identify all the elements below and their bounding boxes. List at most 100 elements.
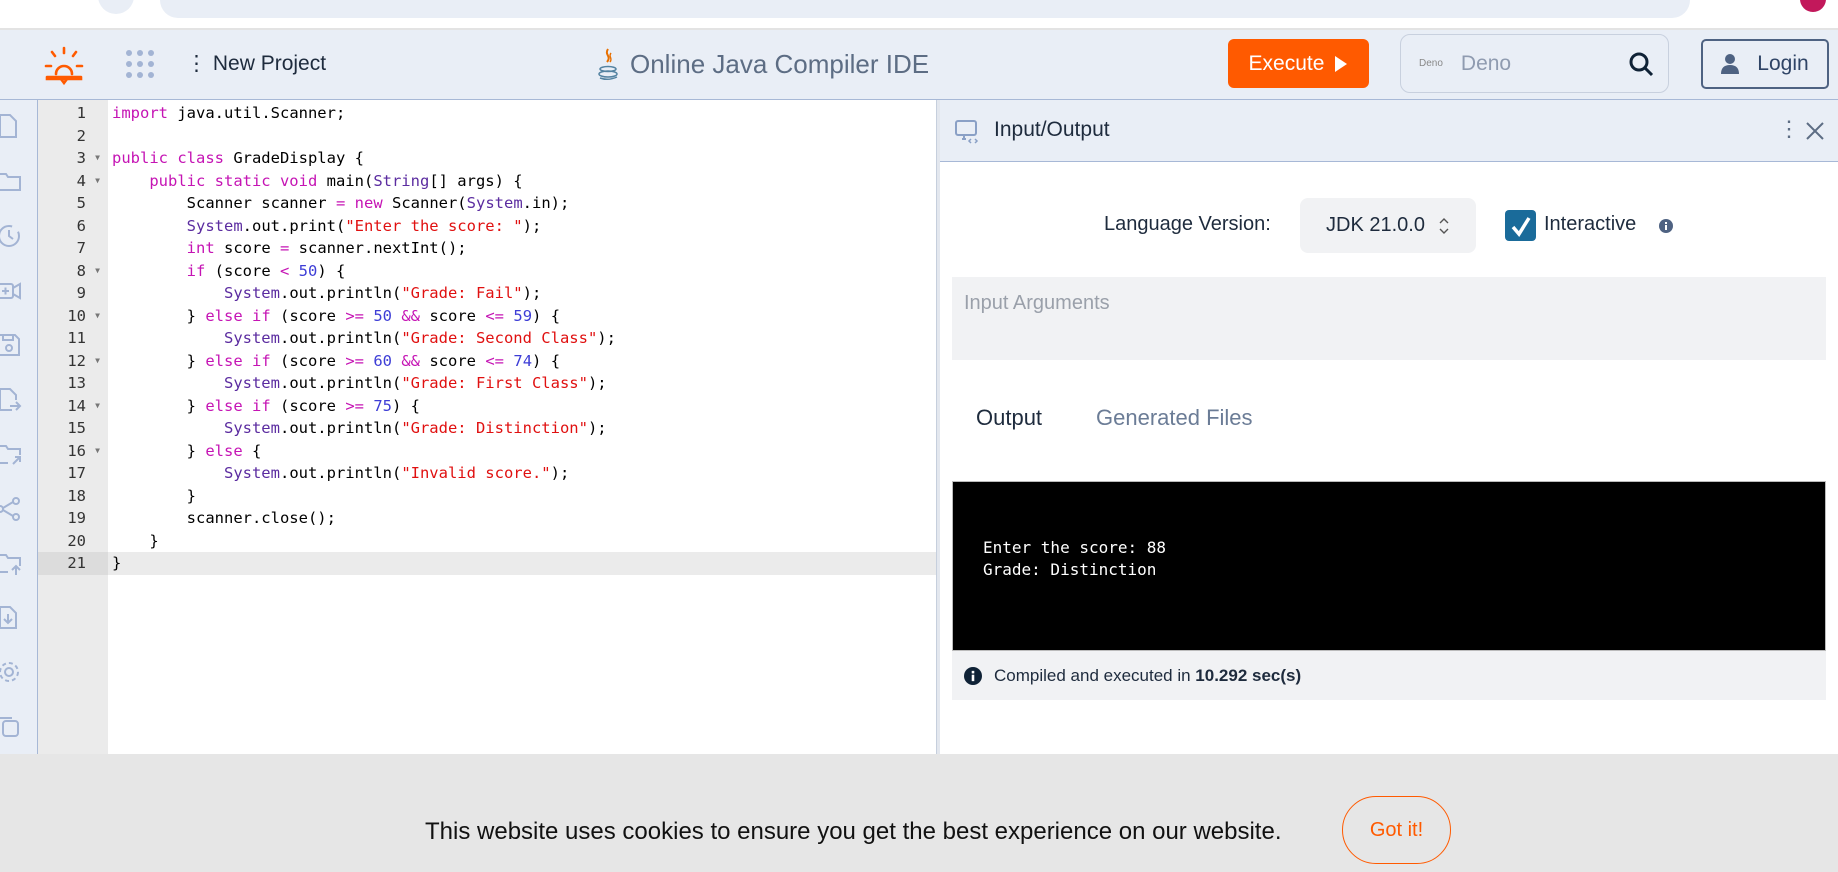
code-line[interactable]: System.out.println("Grade: Distinction")… [112,417,607,440]
fold-arrow-icon[interactable]: ▼ [95,440,100,463]
accept-cookies-button[interactable]: Got it! [1342,796,1451,864]
code-line[interactable]: } [112,552,121,575]
folder-icon[interactable] [0,167,24,197]
code-token-type: System [466,194,523,212]
search-input[interactable]: Deno [1461,52,1628,76]
code-line[interactable]: } else { [112,440,262,463]
info-icon [964,666,982,685]
language-version-select[interactable]: JDK 21.0.0 [1300,198,1476,253]
code-line[interactable]: if (score < 50) { [112,260,346,283]
code-token-plain: .out.print( [242,216,346,235]
code-token-kw: else if [205,396,271,415]
file-export-icon[interactable] [0,385,24,415]
fold-arrow-icon[interactable]: ▼ [95,305,100,328]
execute-button[interactable]: Execute [1228,39,1369,88]
apps-grid-icon[interactable] [126,50,154,78]
profile-avatar[interactable] [1800,0,1826,12]
logo-icon[interactable] [44,46,84,91]
code-line[interactable]: System.out.println("Grade: First Class")… [112,372,607,395]
code-line[interactable]: System.out.println("Grade: Fail"); [112,282,541,305]
title-text: Online Java Compiler IDE [630,48,930,79]
code-line[interactable]: } [112,485,196,508]
code-line[interactable]: } [112,530,158,553]
code-line[interactable]: } else if (score >= 60 && score <= 74) { [112,350,560,373]
more-options-icon[interactable]: ⋮ [1778,116,1800,142]
fold-arrow-icon[interactable]: ▼ [95,260,100,283]
code-editor[interactable]: import java.util.Scanner; public class Gr… [108,100,936,754]
code-token-op: >= [345,351,364,370]
code-line[interactable]: public static void main(String[] args) { [112,170,522,193]
fold-arrow-icon[interactable]: ▼ [95,170,100,193]
address-bar[interactable] [98,0,1690,18]
search-icon[interactable] [1628,51,1654,77]
save-icon[interactable] [0,330,24,360]
language-search[interactable]: Deno Deno [1400,34,1669,93]
pane-splitter[interactable] [936,100,940,754]
code-line[interactable]: import java.util.Scanner; [112,102,345,125]
line-number: 9 [76,284,86,302]
add-video-icon[interactable] [0,276,24,306]
line-number: 18 [67,486,86,505]
code-token-op: <= [485,306,505,325]
status-text: Compiled and executed in [994,665,1196,685]
interactive-checkbox[interactable] [1505,210,1536,241]
code-token-plain: ); [587,419,607,437]
folder-share-icon[interactable] [0,439,24,469]
code-line[interactable]: scanner.close(); [112,507,336,530]
fold-arrow-icon[interactable]: ▼ [95,395,100,418]
input-arguments-field[interactable]: Input Arguments [952,277,1826,360]
tab-generated-files[interactable]: Generated Files [1096,405,1253,431]
line-number: 16 ▼ [38,440,108,463]
code-token-plain: .out.println( [279,329,402,347]
line-number: 5 [76,194,86,212]
code-token-plain: main( [317,171,374,190]
settings-icon[interactable] [0,657,24,687]
line-number-gutter: 1 2 3 ▼ 4 ▼ 5 6 7 8 ▼ 9 10 ▼ 11 12 ▼ 13 14 ▼ 15 16 ▼ 17 18 19 20 21 [38,100,108,754]
monitor-code-icon [955,120,979,144]
code-token-str: "Grade: Fail" [401,284,523,302]
code-line[interactable]: } else if (score >= 75) { [112,395,420,418]
copy-icon[interactable] [0,712,24,742]
code-line[interactable]: Scanner scanner = new Scanner(System.in)… [112,192,570,215]
login-button[interactable]: Login [1701,39,1829,89]
code-token-op: >= [345,306,364,325]
code-line[interactable]: System.out.println("Grade: Second Class"… [112,327,616,350]
tab-output[interactable]: Output [976,405,1042,431]
code-token-type: System [223,374,280,392]
code-line[interactable]: public class GradeDisplay { [112,147,364,170]
close-icon[interactable] [1806,122,1824,140]
folder-upload-icon[interactable] [0,548,24,578]
fold-arrow-icon[interactable]: ▼ [95,147,100,170]
code-line[interactable]: System.out.print("Enter the score: "); [112,215,542,238]
fold-arrow-icon[interactable]: ▼ [95,350,100,373]
code-token-plain: .in); [522,194,570,212]
code-token-plain: { [242,441,262,460]
code-line[interactable]: int score = scanner.nextInt(); [112,237,467,260]
code-token-plain: .out.println( [279,419,402,437]
code-line[interactable]: System.out.println("Invalid score."); [112,462,569,485]
download-file-icon[interactable] [0,603,24,633]
history-icon[interactable] [0,221,24,251]
code-line[interactable]: } else if (score >= 50 && score <= 59) { [112,305,560,328]
new-file-icon[interactable] [0,112,24,142]
code-token-plain: ) { [532,351,561,370]
code-token-plain: ) { [392,396,420,415]
code-token-plain: Scanner scanner [112,194,336,212]
new-project-button[interactable]: ⋮ New Project [186,51,326,76]
code-token-kw: else if [205,306,271,325]
play-icon [1335,55,1348,72]
code-token-str: "Enter the score: " [345,216,523,235]
info-icon[interactable] [1659,219,1673,233]
code-token-type: System [223,419,280,437]
code-token-kw: else [205,441,243,460]
share-icon[interactable] [0,494,24,524]
line-number: 6 [76,216,86,235]
code-token-plain: score [214,239,280,257]
code-token-plain: ); [522,284,542,302]
code-token-plain: .out.println( [279,464,402,482]
code-token-type: System [223,329,280,347]
output-console[interactable]: Enter the score: 88 Grade: Distinction [952,481,1826,651]
